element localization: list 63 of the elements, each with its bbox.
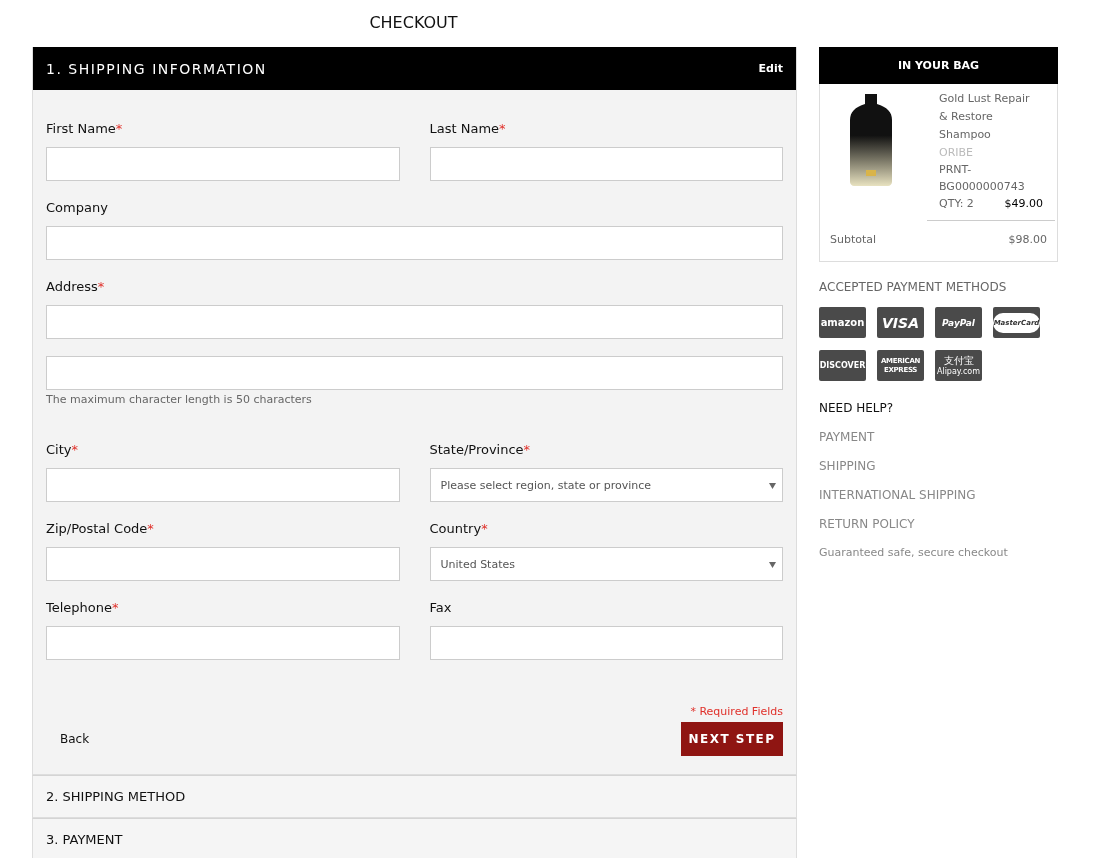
field-label: First Name* [46,121,124,138]
input-field[interactable] [429,626,783,660]
select-field[interactable]: Please select region, state or province [429,468,783,502]
field-label: Company [46,200,109,217]
field-label: Telephone* [46,600,120,617]
input-field[interactable] [46,147,400,181]
section-title: 2. SHIPPING METHOD [46,789,186,804]
section-title: 3. PAYMENT [46,832,123,847]
product-brand: ORIBE [939,145,975,161]
select-field[interactable]: United States [429,547,783,581]
product-quantity: QTY: 2 [939,196,974,212]
bag-title: IN YOUR BAG [819,47,1058,84]
collapsed-section[interactable]: 3. PAYMENT [32,818,797,858]
help-link[interactable]: PAYMENT [819,430,1058,444]
required-mark: * [147,521,154,536]
help-link[interactable]: INTERNATIONAL SHIPPING [819,488,1058,502]
product-price: $49.00 [1004,196,1043,212]
back-link[interactable]: Back [60,732,90,746]
subtotal-value: $98.00 [1008,233,1047,246]
logo-text: VISA [882,314,919,331]
field-label: State/Province* [429,442,532,459]
logo-text: amazon [820,317,865,328]
input-field[interactable] [46,626,400,660]
logo-text: DISCOVER [819,361,866,370]
required-mark: * [97,279,105,294]
required-mark: * [499,121,506,136]
secure-checkout-note: Guaranteed safe, secure checkout [819,546,1009,559]
field-label: Last Name* [429,121,507,138]
caret-icon [769,560,776,568]
payment-methods-title: ACCEPTED PAYMENT METHODS [819,280,1008,294]
product-sku: PRNT-BG0000000743 [939,162,1026,195]
input-field[interactable] [46,547,400,581]
page-title: CHECKOUT [368,12,459,34]
caret-icon [769,481,776,489]
collapsed-section[interactable]: 2. SHIPPING METHOD [32,775,797,818]
logo-text: 支付宝 [943,354,974,366]
logo-text: Alipay.com [936,366,981,377]
field-label: Address* [46,279,106,296]
required-mark: * [481,521,488,536]
required-mark: * [71,442,78,457]
input-field[interactable] [46,305,783,339]
field-label: Country* [429,521,489,538]
logo-text: PayPal [942,317,975,328]
edit-link[interactable]: Edit [758,62,783,75]
next-step-button[interactable]: NEXT STEP [681,722,783,756]
input-field[interactable] [46,226,783,260]
help-link[interactable]: SHIPPING [819,459,1058,473]
required-mark: * [112,600,119,615]
field-label: Zip/Postal Code* [46,521,155,538]
help-link[interactable]: RETURN POLICY [819,517,1058,531]
section-title: 1. SHIPPING INFORMATION [46,60,267,77]
subtotal-label: Subtotal [830,233,877,246]
field-hint: The maximum character length is 50 characters [46,393,313,406]
input-field[interactable] [429,147,783,181]
input-field[interactable] [46,356,783,390]
product-name[interactable]: Gold Lust Repair & Restore Shampoo [939,90,1039,144]
input-field[interactable] [46,468,400,502]
required-mark: * [115,121,123,136]
field-label: City* [46,442,79,459]
required-fields-note: * Required Fields [689,704,784,720]
help-title: NEED HELP? [819,401,895,415]
field-label: Fax [429,600,453,617]
required-mark: * [523,442,531,457]
